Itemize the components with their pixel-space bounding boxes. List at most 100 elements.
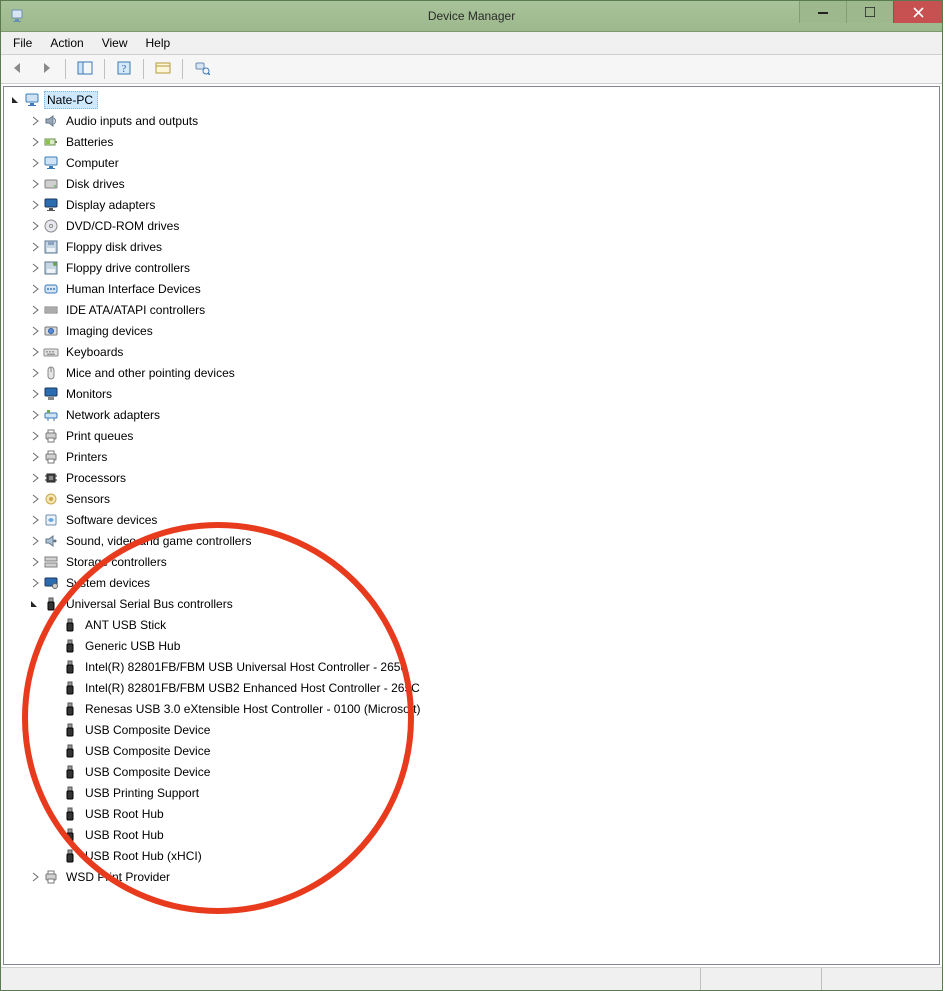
tree-item[interactable]: USB Composite Device [46,761,939,782]
tree-item[interactable]: Intel(R) 82801FB/FBM USB2 Enhanced Host … [46,677,939,698]
tree-item[interactable]: USB Composite Device [46,719,939,740]
computer-icon [43,155,59,171]
expand-icon[interactable] [27,575,43,591]
tree-item[interactable]: Human Interface Devices [27,278,939,299]
menu-view[interactable]: View [94,34,136,52]
tree-item-label: USB Composite Device [82,742,215,760]
expand-icon[interactable] [27,113,43,129]
tree-item-label: WSD Print Provider [63,868,175,886]
expand-icon[interactable] [27,470,43,486]
tree-item[interactable]: Software devices [27,509,939,530]
tree-item[interactable]: Print queues [27,425,939,446]
mouse-icon [43,365,59,381]
tree-item[interactable]: Storage controllers [27,551,939,572]
expand-icon[interactable] [27,281,43,297]
expand-icon[interactable] [27,134,43,150]
expand-icon[interactable] [27,260,43,276]
tree-item[interactable]: Sensors [27,488,939,509]
tree-item[interactable]: Keyboards [27,341,939,362]
expand-icon[interactable] [27,449,43,465]
expand-icon[interactable] [27,428,43,444]
tree-item[interactable]: Batteries [27,131,939,152]
tree-item[interactable]: Nate-PC [8,89,939,110]
tree-item[interactable]: Monitors [27,383,939,404]
tree-item[interactable]: Mice and other pointing devices [27,362,939,383]
tree-item[interactable]: ANT USB Stick [46,614,939,635]
expand-icon[interactable] [27,512,43,528]
expand-icon[interactable] [27,197,43,213]
tree-item-label: Audio inputs and outputs [63,112,203,130]
expand-icon[interactable] [27,323,43,339]
tree-item[interactable]: IDE ATA/ATAPI controllers [27,299,939,320]
tree-item-label: Computer [63,154,124,172]
tree-item[interactable]: Sound, video and game controllers [27,530,939,551]
device-tree[interactable]: Nate-PC Audio inputs and outputsBatteries… [3,86,940,965]
tree-item[interactable]: Intel(R) 82801FB/FBM USB Universal Host … [46,656,939,677]
collapse-icon[interactable] [27,596,43,612]
tree-item[interactable]: Computer [27,152,939,173]
tree-item[interactable]: USB Printing Support [46,782,939,803]
usb-icon [62,722,78,738]
tree-item-label: Floppy disk drives [63,238,167,256]
scan-hardware-button[interactable] [189,56,215,82]
usb-icon [62,764,78,780]
minimize-button[interactable] [799,1,846,23]
tree-item[interactable]: Processors [27,467,939,488]
tree-item-label: Floppy drive controllers [63,259,195,277]
tree-item[interactable]: Network adapters [27,404,939,425]
tree-item[interactable]: Imaging devices [27,320,939,341]
expand-icon[interactable] [27,176,43,192]
properties-button[interactable] [150,56,176,82]
tree-item[interactable]: Universal Serial Bus controllers [27,593,939,614]
tree-item[interactable]: Display adapters [27,194,939,215]
menu-action[interactable]: Action [42,34,91,52]
tree-item[interactable]: USB Root Hub [46,824,939,845]
tree-item[interactable]: Audio inputs and outputs [27,110,939,131]
tree-item[interactable]: WSD Print Provider [27,866,939,887]
tree-item-label: Intel(R) 82801FB/FBM USB Universal Host … [82,658,412,676]
expand-icon[interactable] [27,491,43,507]
expand-icon[interactable] [27,218,43,234]
forward-button[interactable] [33,56,59,82]
show-hide-tree-button[interactable] [72,56,98,82]
back-button[interactable] [5,56,31,82]
tree-item[interactable]: DVD/CD-ROM drives [27,215,939,236]
close-button[interactable] [893,1,942,23]
tree-item[interactable]: Floppy drive controllers [27,257,939,278]
tree-item[interactable]: System devices [27,572,939,593]
tree-item[interactable]: Renesas USB 3.0 eXtensible Host Controll… [46,698,939,719]
expand-icon[interactable] [27,155,43,171]
tree-item[interactable]: Generic USB Hub [46,635,939,656]
expand-icon[interactable] [27,386,43,402]
expand-icon[interactable] [27,239,43,255]
collapse-icon[interactable] [8,92,24,108]
display-icon [43,197,59,213]
expand-icon[interactable] [27,554,43,570]
toolbar-separator [143,59,144,79]
tree-item[interactable]: USB Root Hub [46,803,939,824]
toolbar-separator [65,59,66,79]
maximize-button[interactable] [846,1,893,23]
statusbar [1,967,942,990]
tree-item[interactable]: USB Composite Device [46,740,939,761]
tree-item[interactable]: Floppy disk drives [27,236,939,257]
titlebar[interactable]: Device Manager [1,1,942,32]
tree-item[interactable]: Disk drives [27,173,939,194]
expand-icon[interactable] [27,533,43,549]
expand-icon[interactable] [27,365,43,381]
expand-icon[interactable] [27,344,43,360]
tree-item[interactable]: Printers [27,446,939,467]
help-button[interactable]: ? [111,56,137,82]
tree-item-label: Disk drives [63,175,130,193]
menu-help[interactable]: Help [138,34,179,52]
expand-icon[interactable] [27,869,43,885]
hid-icon [43,281,59,297]
software-icon [43,512,59,528]
menu-file[interactable]: File [5,34,40,52]
tree-item-label: Imaging devices [63,322,158,340]
expand-icon[interactable] [27,407,43,423]
usb-icon [62,701,78,717]
tree-item-label: Universal Serial Bus controllers [63,595,238,613]
expand-icon[interactable] [27,302,43,318]
tree-item[interactable]: USB Root Hub (xHCI) [46,845,939,866]
